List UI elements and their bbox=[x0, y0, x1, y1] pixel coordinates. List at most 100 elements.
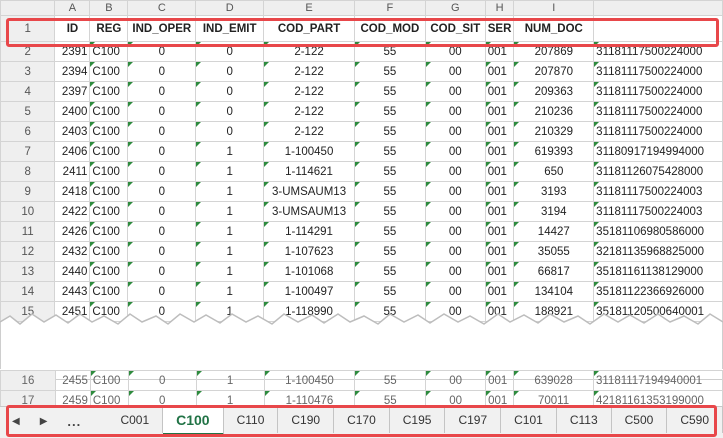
cell-reg[interactable]: C100 bbox=[89, 41, 129, 62]
header-cell-cod-mod[interactable]: COD_MOD bbox=[353, 15, 426, 42]
scroll-left-icon[interactable]: ◀ bbox=[12, 416, 20, 427]
row-header[interactable]: 1 bbox=[0, 15, 56, 42]
cell-cod-part[interactable]: 1-107623 bbox=[263, 241, 355, 262]
header-cell-reg[interactable]: REG bbox=[89, 15, 129, 42]
cell-chave[interactable]: 31181117500224000 bbox=[593, 41, 723, 62]
cell-ind-oper[interactable]: 0 bbox=[127, 161, 197, 182]
cell-cod-part[interactable]: 3-UMSAUM13 bbox=[263, 201, 355, 222]
cell-chave[interactable]: 31181126075428000 bbox=[593, 161, 723, 182]
header-cell-ind-oper[interactable]: IND_OPER bbox=[127, 15, 197, 42]
row-header[interactable]: 7 bbox=[0, 141, 56, 162]
cell-reg[interactable]: C100 bbox=[89, 241, 129, 262]
sheet-tab[interactable]: C195 bbox=[390, 407, 446, 433]
column-header-g[interactable]: G bbox=[424, 0, 486, 16]
cell-num-doc[interactable]: 209363 bbox=[513, 81, 595, 102]
cell-ind-emit[interactable]: 1 bbox=[195, 370, 265, 391]
cell-cod-mod[interactable]: 55 bbox=[353, 201, 426, 222]
cell-chave[interactable]: 35181161138129000 bbox=[593, 261, 723, 282]
cell-id[interactable]: 2400 bbox=[54, 101, 91, 122]
header-cell-num-doc[interactable]: NUM_DOC bbox=[513, 15, 595, 42]
cell-cod-sit[interactable]: 00 bbox=[424, 81, 486, 102]
cell-ind-oper[interactable]: 0 bbox=[127, 241, 197, 262]
cell-num-doc[interactable]: 3193 bbox=[513, 181, 595, 202]
sheet-tab[interactable]: C001 bbox=[107, 407, 164, 433]
cell-num-doc[interactable]: 3194 bbox=[513, 201, 595, 222]
cell-cod-part[interactable]: 2-122 bbox=[263, 101, 355, 122]
cell-id[interactable]: 2391 bbox=[54, 41, 91, 62]
cell-cod-sit[interactable]: 00 bbox=[424, 261, 486, 282]
cell-cod-sit[interactable]: 00 bbox=[424, 161, 486, 182]
cell-cod-part[interactable]: 1-114291 bbox=[263, 221, 355, 242]
cell-id[interactable]: 2403 bbox=[54, 121, 91, 142]
cell-ser[interactable]: 001 bbox=[484, 221, 515, 242]
cell-reg[interactable]: C100 bbox=[89, 370, 129, 391]
cell-ind-oper[interactable]: 0 bbox=[127, 281, 197, 302]
cell-cod-mod[interactable]: 55 bbox=[353, 61, 426, 82]
cell-ind-emit[interactable]: 0 bbox=[195, 41, 265, 62]
cell-reg[interactable]: C100 bbox=[89, 261, 129, 282]
cell-cod-mod[interactable]: 55 bbox=[354, 390, 427, 406]
cell-id[interactable]: 2394 bbox=[54, 61, 91, 82]
cell-reg[interactable]: C100 bbox=[89, 201, 129, 222]
cell-reg[interactable]: C100 bbox=[89, 221, 129, 242]
row-header[interactable]: 8 bbox=[0, 161, 56, 182]
cell-ind-oper[interactable]: 0 bbox=[127, 141, 197, 162]
cell-cod-sit[interactable]: 00 bbox=[424, 141, 486, 162]
cell-ind-emit[interactable]: 1 bbox=[195, 390, 265, 406]
cell-cod-mod[interactable]: 55 bbox=[353, 101, 426, 122]
cell-ind-oper[interactable]: 0 bbox=[127, 181, 197, 202]
cell-reg[interactable]: C100 bbox=[89, 81, 129, 102]
cell-cod-sit[interactable]: 00 bbox=[424, 221, 486, 242]
cell-cod-part[interactable]: 2-122 bbox=[263, 81, 355, 102]
cell-chave[interactable]: 32181135968825000 bbox=[593, 241, 723, 262]
cell-ind-emit[interactable]: 0 bbox=[195, 121, 265, 142]
cell-ind-emit[interactable]: 1 bbox=[195, 241, 265, 262]
cell-ind-oper[interactable]: 0 bbox=[127, 201, 197, 222]
cell-num-doc[interactable]: 210329 bbox=[513, 121, 595, 142]
cell-chave[interactable]: 31181117194940001 bbox=[592, 370, 723, 391]
cell-ind-emit[interactable]: 1 bbox=[195, 141, 265, 162]
header-cell-cod-sit[interactable]: COD_SIT bbox=[424, 15, 486, 42]
cell-id[interactable]: 2426 bbox=[54, 221, 91, 242]
row-header[interactable]: 4 bbox=[0, 81, 56, 102]
sheet-tab[interactable]: C110 bbox=[224, 407, 279, 433]
sheet-tab[interactable]: C500 bbox=[612, 407, 668, 433]
header-cell-cod-part[interactable]: COD_PART bbox=[263, 15, 355, 42]
cell-ser[interactable]: 001 bbox=[484, 141, 515, 162]
cell-ind-emit[interactable]: 0 bbox=[195, 81, 265, 102]
cell-cod-mod[interactable]: 55 bbox=[353, 121, 426, 142]
cell-reg[interactable]: C100 bbox=[89, 141, 129, 162]
cell-id[interactable]: 2443 bbox=[54, 281, 91, 302]
cell-num-doc[interactable]: 66817 bbox=[513, 261, 595, 282]
cell-chave[interactable]: 31180917194994000 bbox=[593, 141, 723, 162]
cell-cod-sit[interactable]: 00 bbox=[424, 101, 486, 122]
sheet-tab[interactable]: C197 bbox=[445, 407, 502, 433]
cell-cod-part[interactable]: 1-100450 bbox=[263, 141, 355, 162]
cell-cod-part[interactable]: 1-110476 bbox=[263, 390, 356, 406]
cell-cod-sit[interactable]: 00 bbox=[425, 390, 487, 406]
sheet-tab[interactable]: C190 bbox=[278, 407, 335, 433]
row-header[interactable]: 14 bbox=[0, 281, 56, 302]
column-header-f[interactable]: F bbox=[353, 0, 426, 16]
cell-ind-emit[interactable]: 1 bbox=[195, 261, 265, 282]
cell-ind-emit[interactable]: 1 bbox=[195, 181, 265, 202]
sheet-tab[interactable]: C100 bbox=[163, 406, 224, 436]
cell-chave[interactable]: 31181117500224000 bbox=[593, 61, 723, 82]
cell-cod-mod[interactable]: 55 bbox=[353, 141, 426, 162]
select-all-corner[interactable] bbox=[0, 0, 56, 16]
cell-ser[interactable]: 001 bbox=[484, 201, 515, 222]
cell-id[interactable]: 2432 bbox=[54, 241, 91, 262]
sheet-tab[interactable]: C113 bbox=[557, 407, 612, 433]
cell-ind-emit[interactable]: 1 bbox=[195, 161, 265, 182]
cell-ser[interactable]: 001 bbox=[484, 181, 515, 202]
cell-ser[interactable]: 001 bbox=[484, 121, 515, 142]
cell-ind-oper[interactable]: 0 bbox=[127, 41, 197, 62]
cell-cod-mod[interactable]: 55 bbox=[353, 181, 426, 202]
cell-chave[interactable]: 31181117500224003 bbox=[593, 201, 723, 222]
header-cell-ser[interactable]: SER bbox=[484, 15, 515, 42]
column-header-e[interactable]: E bbox=[263, 0, 355, 16]
cell-num-doc[interactable]: 619393 bbox=[513, 141, 595, 162]
cell-chave[interactable]: 31181117500224000 bbox=[593, 101, 723, 122]
row-header[interactable]: 12 bbox=[0, 241, 56, 262]
cell-ind-emit[interactable]: 1 bbox=[195, 281, 265, 302]
